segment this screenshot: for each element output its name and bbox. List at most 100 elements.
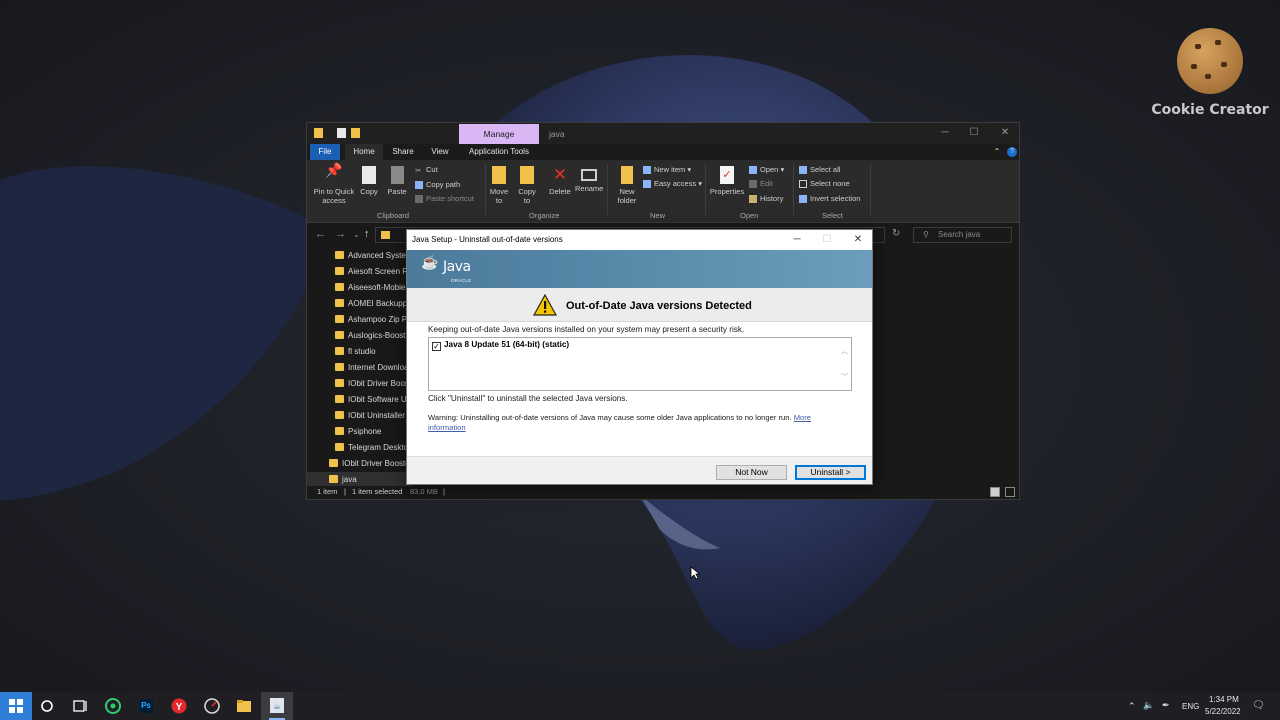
collapse-ribbon-icon[interactable]: ⌃ (991, 144, 1003, 160)
close-icon[interactable]: ✕ (851, 233, 865, 247)
tab-share[interactable]: Share (387, 144, 419, 160)
clock-date[interactable]: 5/22/2022 (1205, 707, 1241, 716)
folder-label: Aiseesoft-MobieSync (348, 283, 411, 292)
delete-button[interactable]: ✕ Delete (547, 166, 573, 197)
show-hidden-icons-icon[interactable]: ⌃ (1128, 701, 1136, 712)
properties-icon[interactable] (337, 128, 346, 138)
open-group-label: Open (740, 211, 759, 220)
yandex-icon[interactable]: Y (163, 692, 195, 720)
up-arrow-icon[interactable]: ↑ (364, 228, 370, 240)
select-all-button[interactable]: Select all (799, 165, 840, 175)
ribbon-divider (793, 164, 794, 216)
folder-tree-item[interactable]: Auslogics-BoostSpeed (335, 328, 411, 344)
folder-tree-item[interactable]: Aiesoft Screen Recorder (335, 264, 411, 280)
list-item[interactable]: ✓ Java 8 Update 51 (64-bit) (static) (432, 340, 569, 351)
scroll-up-icon[interactable]: ︿ (841, 346, 848, 356)
folder-tree-item[interactable]: IObit Software Updater (335, 392, 411, 408)
new-item-button[interactable]: New item ▾ (643, 165, 691, 175)
select-none-button[interactable]: Select none (799, 179, 850, 189)
java-setup-icon[interactable]: ☕ (261, 692, 293, 720)
folder-tree-item[interactable]: Psiphone (335, 424, 411, 440)
pen-icon[interactable]: ✒ (1162, 700, 1170, 711)
folder-tree-item[interactable]: Ashampoo Zip Pro (335, 312, 411, 328)
folder-tree-item[interactable]: Telegram Desktop (335, 440, 411, 456)
warning-text: Warning: Uninstalling out-of-date versio… (428, 413, 838, 433)
folder-tree-item[interactable]: fl studio (335, 344, 411, 360)
java-versions-list[interactable]: ✓ Java 8 Update 51 (64-bit) (static) ︿ ﹀ (428, 337, 852, 391)
security-risk-text: Keeping out-of-date Java versions instal… (428, 325, 745, 334)
speed-icon[interactable] (196, 692, 228, 720)
copy-to-button[interactable]: Copy to (515, 166, 539, 205)
new-folder-icon[interactable] (351, 128, 360, 138)
folder-tree-item[interactable]: IObit Driver Booster (335, 376, 411, 392)
copy-path-button[interactable]: Copy path (415, 180, 460, 190)
volume-icon[interactable]: 🔈 (1143, 700, 1154, 711)
folder-tree-item[interactable]: Internet Download Manager (335, 360, 411, 376)
ribbon: 📌 Pin to Quick access Copy Paste ✂ Cut Co… (307, 160, 1019, 223)
folder-icon (335, 427, 344, 435)
minimize-icon[interactable]: ─ (937, 127, 953, 139)
help-icon[interactable]: ? (1007, 147, 1017, 157)
easy-access-button[interactable]: Easy access ▾ (643, 179, 702, 189)
back-arrow-icon[interactable]: ← (315, 228, 326, 240)
uninstall-button[interactable]: Uninstall > (795, 465, 866, 480)
pin-to-quick-access-button[interactable]: 📌 Pin to Quick access (311, 163, 357, 205)
details-view-icon[interactable] (990, 487, 1000, 497)
cookie-creator-watermark: Cookie Creator (1150, 28, 1270, 118)
clock-time[interactable]: 1:34 PM (1209, 695, 1239, 704)
dialog-footer: Not Now Uninstall > (407, 456, 872, 484)
folder-icon (335, 331, 344, 339)
maximize-icon[interactable]: ☐ (966, 127, 982, 139)
taskbar: Ps Y ☕ ⌃ 🔈 ✒ ENG 1:34 PM 5/22/2022 🗨 (0, 692, 1280, 720)
start-icon[interactable] (0, 692, 32, 720)
copy-button[interactable]: Copy (357, 166, 381, 197)
language-indicator[interactable]: ENG (1182, 702, 1199, 711)
app-green-icon[interactable] (97, 692, 129, 720)
folder-label: Aiesoft Screen Recorder (348, 267, 411, 276)
file-explorer-icon[interactable] (228, 692, 260, 720)
new-folder-button[interactable]: New folder (611, 166, 643, 205)
photoshop-icon[interactable]: Ps (130, 692, 162, 720)
folder-tree-item[interactable]: java (307, 472, 411, 486)
paste-shortcut-button[interactable]: Paste shortcut (415, 194, 474, 204)
select-all-label: Select all (810, 165, 841, 174)
invert-selection-button[interactable]: Invert selection (799, 194, 860, 204)
cortana-icon[interactable] (32, 692, 64, 720)
open-button[interactable]: Open ▾ (749, 165, 784, 175)
folder-tree-item[interactable]: AOMEI Backupper (335, 296, 411, 312)
move-to-button[interactable]: Move to (487, 166, 511, 205)
more-information-link[interactable]: information (428, 423, 466, 432)
version-checkbox[interactable]: ✓ (432, 342, 441, 351)
folder-icon (335, 267, 344, 275)
tab-application-tools[interactable]: Application Tools (463, 144, 535, 160)
folder-tree-item[interactable]: Advanced SystemCare (335, 248, 411, 264)
folder-tree-item[interactable]: IObit Driver Booster (329, 456, 411, 472)
refresh-icon[interactable]: ↻ (892, 228, 900, 239)
large-icons-view-icon[interactable] (1005, 487, 1015, 497)
notifications-icon[interactable]: 🗨 (1252, 700, 1265, 711)
rename-button[interactable]: Rename (575, 166, 603, 194)
not-now-button[interactable]: Not Now (716, 465, 787, 480)
folder-tree-item[interactable]: Aiseesoft-MobieSync (335, 280, 411, 296)
folder-icon (329, 475, 338, 483)
properties-button[interactable]: ✓ Properties (709, 166, 745, 197)
minimize-icon[interactable]: ─ (790, 233, 804, 247)
task-view-icon[interactable] (64, 692, 96, 720)
scroll-down-icon[interactable]: ﹀ (841, 372, 848, 382)
forward-arrow-icon[interactable]: → (335, 228, 346, 240)
folder-tree-item[interactable]: IObit Uninstaller (335, 408, 411, 424)
close-icon[interactable]: ✕ (997, 127, 1013, 139)
folder-label: Ashampoo Zip Pro (348, 315, 411, 324)
select-none-label: Select none (810, 179, 850, 188)
more-information-link[interactable]: More (794, 413, 811, 422)
recent-dropdown-icon[interactable]: ⌄ (353, 230, 360, 239)
paste-button[interactable]: Paste (385, 166, 409, 197)
tab-file[interactable]: File (310, 144, 340, 160)
folder-icon (335, 443, 344, 451)
tab-view[interactable]: View (425, 144, 455, 160)
edit-button[interactable]: Edit (749, 179, 773, 189)
history-button[interactable]: History (749, 194, 783, 204)
cut-button[interactable]: ✂ Cut (415, 165, 438, 175)
tab-home[interactable]: Home (345, 144, 383, 160)
tab-manage[interactable]: Manage (459, 124, 539, 144)
